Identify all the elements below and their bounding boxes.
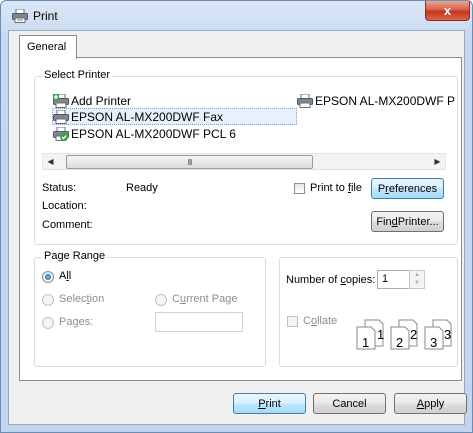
- tab-general[interactable]: General: [19, 35, 77, 59]
- current-page-radio[interactable]: [155, 294, 167, 306]
- collate-illustration-icon: 1 1 2 2 3 3: [356, 319, 452, 350]
- status-value: Ready: [126, 182, 158, 194]
- status-label: Status:: [42, 182, 77, 194]
- print-to-file-checkbox[interactable]: [294, 183, 305, 194]
- all-radio[interactable]: [42, 271, 54, 283]
- fax-printer-icon: [53, 109, 69, 124]
- collate-label[interactable]: Collate: [303, 315, 337, 327]
- pages-radio-label[interactable]: Pages:: [59, 316, 93, 328]
- current-page-radio-label[interactable]: Current Page: [172, 293, 237, 305]
- printer-list-scrollbar[interactable]: ◀ III ▶: [42, 153, 446, 170]
- window-title: Print: [33, 9, 58, 23]
- printer-item-add-printer[interactable]: Add Printer: [53, 93, 131, 108]
- select-printer-group-label: Select Printer: [42, 69, 113, 81]
- printer-item-epson-p[interactable]: EPSON AL-MX200DWF P: [297, 93, 455, 108]
- printer-item-epson-pcl6[interactable]: EPSON AL-MX200DWF PCL 6: [53, 126, 236, 141]
- scrollbar-thumb[interactable]: III: [66, 155, 313, 169]
- location-label: Location:: [42, 200, 87, 212]
- tab-general-label: General: [27, 41, 67, 53]
- pages-radio[interactable]: [42, 317, 54, 329]
- scroll-grip: III: [187, 157, 193, 167]
- pages-input[interactable]: [155, 312, 243, 332]
- collate-checkbox[interactable]: [287, 316, 298, 327]
- apply-button[interactable]: Apply: [394, 393, 467, 414]
- printer-name: Add Printer: [71, 93, 132, 108]
- cancel-button[interactable]: Cancel: [313, 393, 386, 414]
- collate-page-number: 1: [377, 327, 384, 342]
- collate-page-number: 3: [444, 327, 451, 342]
- selection-radio-label[interactable]: Selection: [59, 293, 104, 305]
- printer-item-epson-fax[interactable]: EPSON AL-MX200DWF Fax: [52, 108, 297, 125]
- spin-up-icon[interactable]: ▲: [410, 271, 424, 279]
- printer-name: EPSON AL-MX200DWF PCL 6: [71, 126, 236, 141]
- collate-page-number: 1: [362, 335, 369, 350]
- number-of-copies-label: Number of copies:: [286, 274, 376, 286]
- collate-page-number: 2: [396, 335, 403, 350]
- collate-page-number: 2: [410, 327, 417, 342]
- printer-list[interactable]: Add Printer EPSON AL-MX200DWF P EPSON AL…: [41, 91, 455, 148]
- spin-down-icon[interactable]: ▼: [410, 279, 424, 287]
- print-to-file-label[interactable]: Print to file: [310, 182, 362, 194]
- copies-spinner[interactable]: ▲ ▼: [409, 270, 425, 289]
- scroll-left-arrow-icon[interactable]: ◀: [43, 154, 58, 169]
- printer-name: EPSON AL-MX200DWF Fax: [71, 109, 224, 124]
- default-printer-icon: [53, 126, 69, 141]
- copies-input[interactable]: 1: [377, 270, 410, 289]
- find-printer-button[interactable]: Fin d Printer...: [371, 211, 444, 232]
- preferences-button[interactable]: Pr eferences: [371, 178, 444, 199]
- printer-icon: [297, 93, 313, 108]
- printer-icon: [12, 9, 28, 23]
- add-printer-icon: [53, 93, 69, 108]
- print-button[interactable]: Print: [233, 393, 306, 414]
- printer-name: EPSON AL-MX200DWF P: [315, 93, 456, 108]
- page-range-group-label: Page Range: [42, 250, 108, 262]
- title-bar[interactable]: Print: [1, 1, 472, 31]
- selection-radio[interactable]: [42, 294, 54, 306]
- close-button[interactable]: x: [425, 1, 470, 21]
- comment-label: Comment:: [42, 219, 93, 231]
- scroll-right-arrow-icon[interactable]: ▶: [430, 154, 445, 169]
- collate-page-number: 3: [430, 335, 437, 350]
- all-radio-label[interactable]: All: [59, 270, 71, 282]
